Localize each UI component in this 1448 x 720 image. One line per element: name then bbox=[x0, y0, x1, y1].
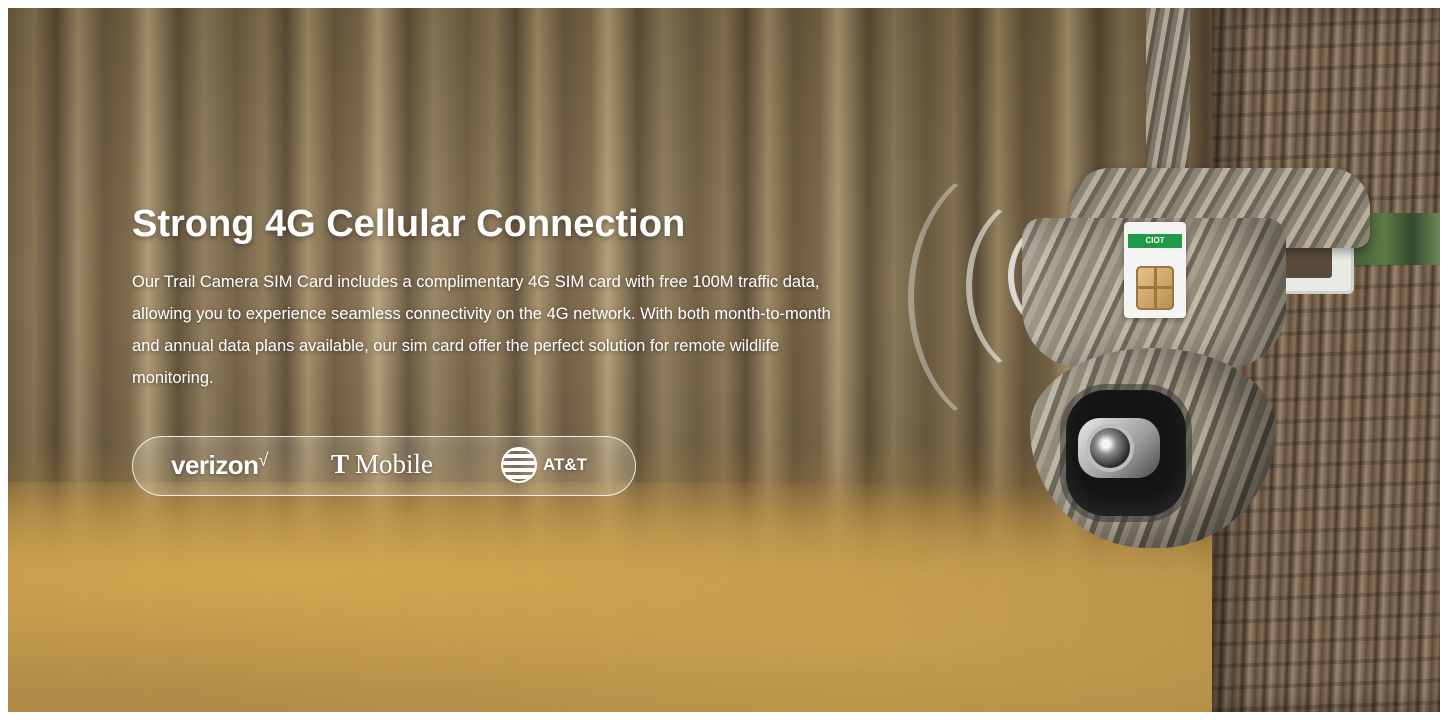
verizon-logo-text: verizon bbox=[171, 450, 259, 480]
tmobile-logo-text: Mobile bbox=[355, 449, 434, 479]
att-logo: AT&T bbox=[501, 447, 587, 483]
att-globe-icon bbox=[501, 447, 537, 483]
page-title: Strong 4G Cellular Connection bbox=[132, 203, 686, 245]
camera-lens-icon bbox=[1090, 428, 1130, 468]
sim-card-logo: CIOT bbox=[1128, 234, 1182, 248]
carrier-logos: verizon√ T Mobile AT&T bbox=[132, 436, 636, 496]
att-logo-text: AT&T bbox=[543, 455, 588, 474]
sim-card-image: CIOT bbox=[1124, 222, 1186, 318]
hero-description: Our Trail Camera SIM Card includes a com… bbox=[132, 273, 831, 387]
sim-chip-icon bbox=[1136, 266, 1174, 310]
verizon-logo: verizon√ bbox=[171, 450, 268, 481]
tmobile-logo: T Mobile bbox=[331, 449, 433, 480]
hero-text: Strong 4G Cellular Connection Our Trail … bbox=[132, 198, 872, 394]
verizon-check-icon: √ bbox=[258, 450, 269, 470]
tmobile-t-icon: T bbox=[331, 449, 350, 479]
camera-mount-pole bbox=[1146, 8, 1190, 168]
